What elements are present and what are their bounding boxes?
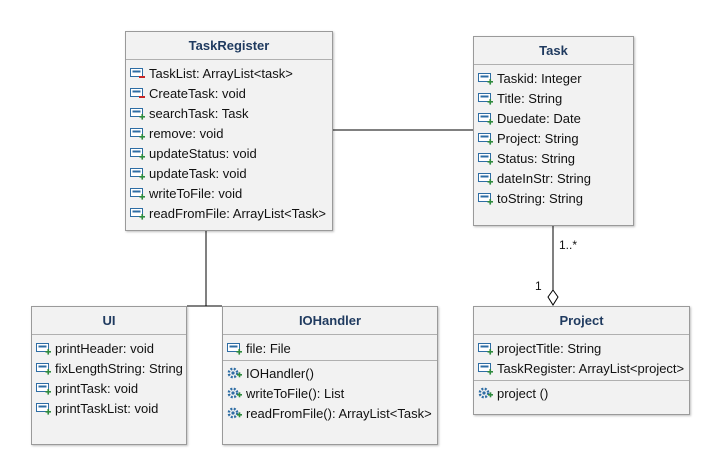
class-iohandler[interactable]: IOHandler file: File IOHandler() writeToFi… <box>222 306 438 445</box>
member-text: writeToFile: void <box>149 185 243 201</box>
member-row[interactable]: printHeader: void <box>32 338 186 358</box>
member-text: dateInStr: String <box>497 170 591 186</box>
private-field-icon <box>130 86 146 100</box>
public-field-icon <box>36 361 52 375</box>
public-field-icon <box>478 191 494 205</box>
member-text: Project: String <box>497 130 579 146</box>
member-row[interactable]: IOHandler() <box>223 360 437 383</box>
multiplicity-project-end: 1 <box>535 279 542 293</box>
class-name: IOHandler <box>223 307 437 335</box>
member-text: toString: String <box>497 190 583 206</box>
member-list: projectTitle: String TaskRegister: ArrayL… <box>474 335 689 403</box>
member-text: remove: void <box>149 125 224 141</box>
class-name: TaskRegister <box>126 32 332 60</box>
member-row[interactable]: searchTask: Task <box>126 103 332 123</box>
member-row[interactable]: TaskRegister: ArrayList<project> <box>474 358 689 378</box>
member-row[interactable]: updateTask: void <box>126 163 332 183</box>
member-row[interactable]: file: File <box>223 338 437 358</box>
member-text: Title: String <box>497 90 563 106</box>
public-field-icon <box>478 341 494 355</box>
public-field-icon <box>478 171 494 185</box>
member-list: file: File IOHandler() writeToFile(): List… <box>223 335 437 423</box>
member-row[interactable]: printTask: void <box>32 378 186 398</box>
class-name: Task <box>474 37 633 65</box>
class-name: Project <box>474 307 689 335</box>
member-text: printHeader: void <box>55 340 154 356</box>
member-row[interactable]: Duedate: Date <box>474 108 633 128</box>
public-field-icon <box>36 381 52 395</box>
public-field-icon <box>36 341 52 355</box>
member-row[interactable]: Status: String <box>474 148 633 168</box>
member-row[interactable]: fixLengthString: String <box>32 358 186 378</box>
aggregation-diamond <box>547 289 559 306</box>
member-row[interactable]: project () <box>474 380 689 403</box>
member-row[interactable]: printTaskList: void <box>32 398 186 418</box>
public-field-icon <box>478 91 494 105</box>
member-text: updateTask: void <box>149 165 247 181</box>
public-operation-icon <box>478 386 494 400</box>
public-field-icon <box>130 126 146 140</box>
class-taskregister[interactable]: TaskRegister TaskList: ArrayList<task> Cr… <box>125 31 333 231</box>
public-operation-icon <box>227 366 243 380</box>
member-text: readFromFile: ArrayList<Task> <box>149 205 327 221</box>
member-row[interactable]: writeToFile(): List <box>223 383 437 403</box>
member-row[interactable]: Title: String <box>474 88 633 108</box>
member-text: file: File <box>246 340 291 356</box>
member-text: IOHandler() <box>246 365 314 381</box>
member-text: updateStatus: void <box>149 145 257 161</box>
member-row[interactable]: toString: String <box>474 188 633 208</box>
member-text: readFromFile(): ArrayList<Task> <box>246 405 432 421</box>
member-text: fixLengthString: String <box>55 360 183 376</box>
member-text: TaskList: ArrayList<task> <box>149 65 293 81</box>
public-operation-icon <box>227 406 243 420</box>
member-row[interactable]: Project: String <box>474 128 633 148</box>
public-field-icon <box>130 146 146 160</box>
public-field-icon <box>130 206 146 220</box>
member-text: writeToFile(): List <box>246 385 345 401</box>
member-text: project () <box>497 385 549 401</box>
member-row[interactable]: CreateTask: void <box>126 83 332 103</box>
multiplicity-task-end: 1..* <box>559 238 578 252</box>
public-field-icon <box>478 71 494 85</box>
class-ui[interactable]: UI printHeader: void fixLengthString: Str… <box>31 306 187 445</box>
member-row[interactable]: readFromFile: ArrayList<Task> <box>126 203 332 223</box>
public-field-icon <box>478 111 494 125</box>
member-row[interactable]: Taskid: Integer <box>474 68 633 88</box>
class-name: UI <box>32 307 186 335</box>
member-text: TaskRegister: ArrayList<project> <box>497 360 685 376</box>
member-text: Taskid: Integer <box>497 70 582 86</box>
public-operation-icon <box>227 386 243 400</box>
member-list: Taskid: Integer Title: String Duedate: Dat… <box>474 65 633 208</box>
public-field-icon <box>36 401 52 415</box>
class-project[interactable]: Project projectTitle: String TaskRegister… <box>473 306 690 415</box>
public-field-icon <box>478 361 494 375</box>
member-text: printTask: void <box>55 380 139 396</box>
member-text: Status: String <box>497 150 576 166</box>
public-field-icon <box>130 106 146 120</box>
member-text: printTaskList: void <box>55 400 159 416</box>
class-task[interactable]: Task Taskid: Integer Title: String Duedate… <box>473 36 634 226</box>
public-field-icon <box>478 131 494 145</box>
member-row[interactable]: readFromFile(): ArrayList<Task> <box>223 403 437 423</box>
member-row[interactable]: remove: void <box>126 123 332 143</box>
member-text: searchTask: Task <box>149 105 249 121</box>
member-row[interactable]: writeToFile: void <box>126 183 332 203</box>
public-field-icon <box>478 151 494 165</box>
member-text: Duedate: Date <box>497 110 581 126</box>
member-row[interactable]: updateStatus: void <box>126 143 332 163</box>
member-list: TaskList: ArrayList<task> CreateTask: voi… <box>126 60 332 223</box>
member-row[interactable]: TaskList: ArrayList<task> <box>126 63 332 83</box>
member-row[interactable]: dateInStr: String <box>474 168 633 188</box>
member-row[interactable]: projectTitle: String <box>474 338 689 358</box>
member-text: CreateTask: void <box>149 85 246 101</box>
public-field-icon <box>130 166 146 180</box>
member-text: projectTitle: String <box>497 340 602 356</box>
public-field-icon <box>130 186 146 200</box>
member-list: printHeader: void fixLengthString: String… <box>32 335 186 418</box>
private-field-icon <box>130 66 146 80</box>
public-field-icon <box>227 341 243 355</box>
